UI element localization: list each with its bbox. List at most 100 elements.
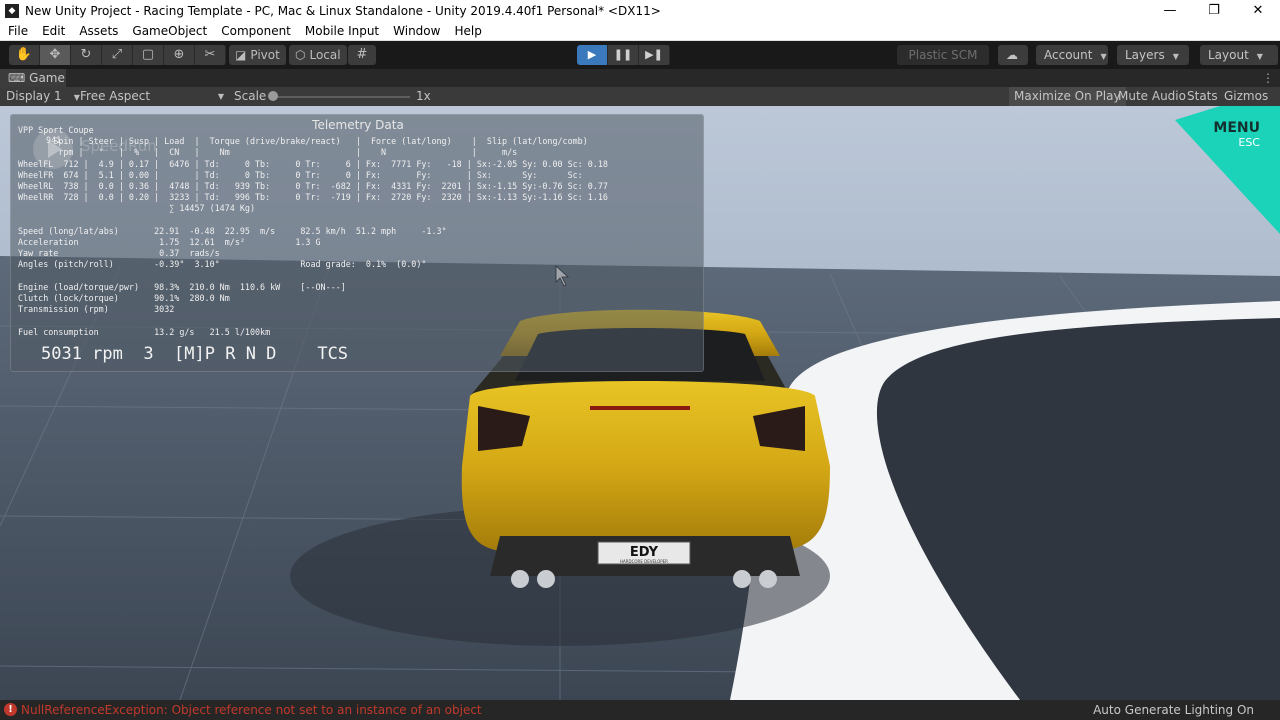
rotate-tool-icon[interactable]: ↻ [71,45,102,65]
menu-gameobject[interactable]: GameObject [124,24,213,38]
layers-label: Layers [1125,48,1165,62]
telemetry-line: rpm | ° | % | CN | Nm | N | m/s [18,147,518,158]
pivot-toggle[interactable]: ◪ Pivot [229,45,286,65]
account-label: Account [1044,48,1093,62]
tab-game-label: Game [29,71,65,85]
stats-toggle[interactable]: Stats [1182,87,1223,106]
step-icon: ▶❚ [645,48,663,61]
step-button[interactable]: ▶❚ [639,45,670,65]
dropdown-caret-icon: ▼ [1172,52,1179,61]
telemetry-line: Clutch (lock/torque) 90.1% 280.0 Nm [18,293,230,304]
telemetry-line: Transmission (rpm) 3032 [18,304,175,315]
play-controls: ▶ ❚❚ ▶❚ [577,45,670,65]
scale-tool-icon[interactable]: ⤢ [102,45,133,65]
menu-window[interactable]: Window [385,24,446,38]
maximize-on-play-toggle[interactable]: Maximize On Play [1009,87,1126,106]
scale-value: 1x [416,89,431,103]
menu-hint: ESC [1238,136,1260,149]
account-dropdown[interactable]: Account ▼ [1036,45,1108,65]
tab-menu-icon[interactable]: ⋮ [1262,69,1274,87]
window-title: New Unity Project - Racing Template - PC… [25,4,661,18]
pause-button[interactable]: ❚❚ [608,45,639,65]
layout-label: Layout [1208,48,1249,62]
play-button[interactable]: ▶ [577,45,608,65]
telemetry-line: WheelFL 712 | 4.9 | 0.17 | 6476 | Td: 0 … [18,158,608,169]
cloud-icon: ☁ [1006,48,1018,62]
rect-tool-icon[interactable]: ▢ [133,45,164,65]
dropdown-caret-icon: ▼ [217,92,224,101]
menu-mobile-input[interactable]: Mobile Input [297,24,385,38]
minimize-button[interactable]: — [1148,0,1192,22]
local-label: Local [309,48,341,62]
transform-tools: ✋ ✥ ↻ ⤢ ▢ ⊕ ✂ [9,45,226,65]
telemetry-line: Fuel consumption 13.2 g/s 21.5 l/100km [18,326,271,337]
grid-snap-button[interactable]: # [348,45,376,65]
plastic-scm-button[interactable]: Plastic SCM [897,45,989,65]
menu-assets[interactable]: Assets [71,24,124,38]
telemetry-line: Acceleration 1.75 12.61 m/s² 1.3 G [18,237,321,248]
dropdown-caret-icon: ▼ [1256,52,1263,61]
local-toggle[interactable]: ⬡ Local [289,45,347,65]
display-dropdown[interactable]: Display 1 ▼ [6,87,80,106]
display-label: Display 1 [6,89,62,103]
scale-slider-track[interactable] [270,96,410,98]
gear-status: 5031 rpm 3 [M]P R N D TCS [41,344,349,364]
game-view-options: Display 1 ▼ Free Aspect ▼ Scale 1x Maximiz… [0,87,1280,106]
pause-icon: ❚❚ [613,48,633,61]
scale-slider-handle[interactable] [268,91,278,101]
error-icon: ! [4,703,17,716]
unity-logo-icon: ◆ [5,4,19,18]
menu-bar: File Edit Assets GameObject Component Mo… [0,22,1280,41]
status-bar: ! NullReferenceException: Object referen… [0,700,1280,720]
menu-component[interactable]: Component [213,24,297,38]
license-plate-sub: HARDCORE DEVELOPER [620,559,668,564]
aspect-dropdown[interactable]: Free Aspect ▼ [80,87,226,106]
maximize-button[interactable]: ❐ [1192,0,1236,22]
window-title-bar: ◆ New Unity Project - Racing Template - … [0,0,1280,22]
grid-icon: # [356,47,368,62]
telemetry-line: WheelFR 674 | 5.1 | 0.00 | | Td: 0 Tb: 0… [18,169,583,180]
pivot-label: Pivot [250,48,280,62]
cloud-button[interactable]: ☁ [998,45,1028,65]
aspect-label: Free Aspect [80,89,151,103]
layers-dropdown[interactable]: Layers ▼ [1117,45,1189,65]
menu-help[interactable]: Help [446,24,487,38]
transform-tool-icon[interactable]: ⊕ [164,45,195,65]
menu-label: MENU [1213,120,1260,136]
telemetry-line: Engine (load/torque/pwr) 98.3% 210.0 Nm … [18,281,346,292]
menu-edit[interactable]: Edit [34,24,71,38]
console-error-message[interactable]: NullReferenceException: Object reference… [21,700,482,720]
telemetry-line: Yaw rate 0.37 rads/s [18,248,220,259]
gizmos-dropdown[interactable]: Gizmos [1219,87,1273,106]
close-button[interactable]: ✕ [1236,0,1280,22]
hand-tool-icon[interactable]: ✋ [9,45,40,65]
pivot-icon: ◪ [235,48,247,62]
menu-button[interactable]: MENU ESC [1190,120,1260,149]
telemetry-rpm-tick: 941 [46,135,62,145]
telemetry-line: Angles (pitch/roll) -0.39° 3.10° Road gr… [18,259,427,270]
telemetry-line: WheelRR 728 | 0.0 | 0.20 | 3233 | Td: 99… [18,192,608,203]
tab-game[interactable]: ⌨ Game [0,69,66,87]
dropdown-caret-icon: ▼ [1100,52,1107,61]
gamepad-icon: ⌨ [8,71,30,85]
overflow-button[interactable] [1266,45,1278,65]
main-toolbar: ✋ ✥ ↻ ⤢ ▢ ⊕ ✂ ◪ Pivot ⬡ Local # ▶ ❚❚ ▶❚ … [0,41,1280,69]
telemetry-line: ∑ 14457 (1474 Kg) [18,203,255,214]
scale-label: Scale [234,89,267,103]
telemetry-text: VPP Sport Coupe Spin | Steer | Susp | Lo… [18,125,608,338]
layout-dropdown[interactable]: Layout ▼ [1200,45,1272,65]
dropdown-caret-icon: ▼ [73,93,80,102]
telemetry-line: VPP Sport Coupe [18,125,94,135]
mute-audio-toggle[interactable]: Mute Audio [1113,87,1191,106]
move-tool-icon[interactable]: ✥ [40,45,71,65]
telemetry-line: Speed (long/lat/abs) 22.91 -0.48 22.95 m… [18,225,447,236]
telemetry-panel: Telemetry Data SpeedRun VPP Sport Coupe … [10,114,704,372]
telemetry-line: Spin | Steer | Susp | Load | Torque (dri… [18,136,588,147]
cube-icon: ⬡ [295,48,306,62]
custom-tool-icon[interactable]: ✂ [195,45,226,65]
play-icon: ▶ [587,48,597,61]
menu-file[interactable]: File [0,24,34,38]
game-tab-bar: ⌨ Game ⋮ [0,69,1280,87]
license-plate: EDY [630,545,659,560]
lighting-status: Auto Generate Lighting On [1093,703,1254,717]
